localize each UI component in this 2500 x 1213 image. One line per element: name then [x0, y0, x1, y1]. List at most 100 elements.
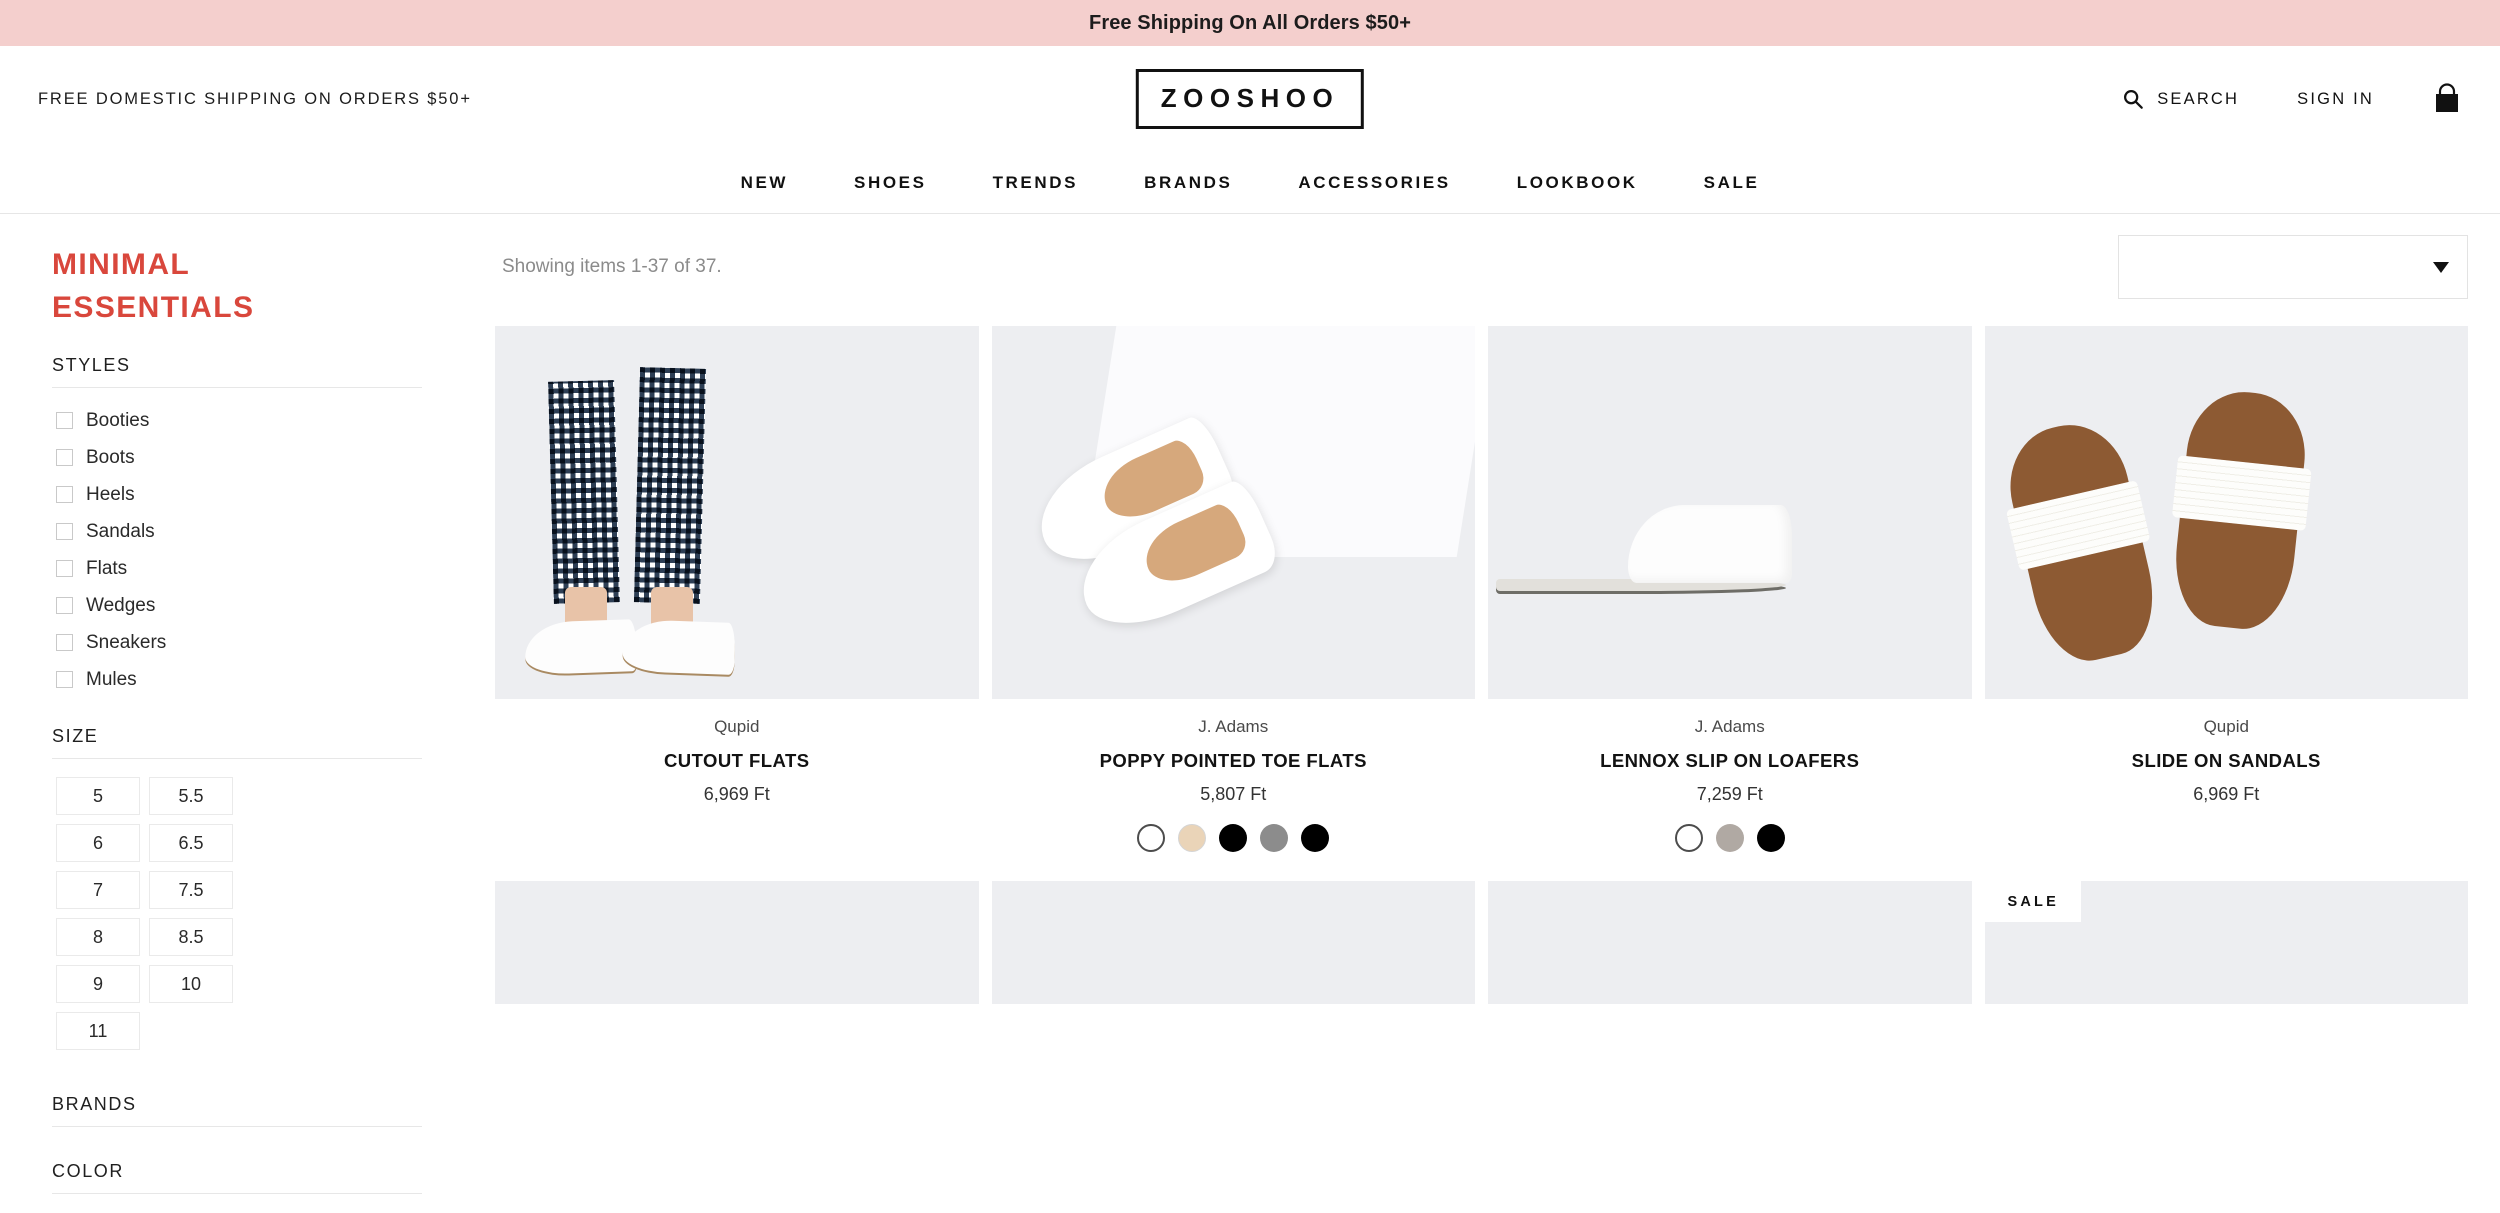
size-option-6[interactable]: 6: [56, 824, 140, 863]
product-illustration: [1488, 326, 1972, 699]
filter-option-label: Sneakers: [86, 631, 167, 653]
filter-brands-heading[interactable]: BRANDS: [52, 1094, 422, 1128]
filter-sidebar: MINIMAL ESSENTIALS STYLES Booties Boots …: [0, 214, 470, 1196]
checkbox-icon[interactable]: [56, 523, 73, 541]
promo-banner: Free Shipping On All Orders $50+: [0, 0, 2500, 46]
header-actions: SEARCH SIGN IN: [2122, 83, 2462, 115]
checkbox-icon[interactable]: [56, 449, 73, 467]
product-image[interactable]: [1488, 326, 1972, 699]
filter-size-heading[interactable]: SIZE: [52, 726, 422, 760]
checkbox-icon[interactable]: [56, 597, 73, 615]
filter-color-heading[interactable]: COLOR: [52, 1161, 422, 1195]
product-grid-row-1: Qupid CUTOUT FLATS 6,969 Ft J. Adams POP…: [495, 326, 2468, 852]
filter-option-label: Mules: [86, 668, 137, 690]
shipping-note: FREE DOMESTIC SHIPPING ON ORDERS $50+: [38, 89, 472, 108]
product-image[interactable]: [1984, 326, 2468, 699]
filter-size-options: 5 5.5 6 6.5 7 7.5 8 8.5 9 10 11: [52, 759, 322, 1060]
nav-item-accessories[interactable]: ACCESSORIES: [1265, 173, 1483, 193]
site-logo-text: ZOOSHOO: [1160, 83, 1340, 113]
product-card: [991, 881, 1475, 1004]
size-option-7[interactable]: 7: [56, 871, 140, 910]
product-image[interactable]: [495, 881, 979, 1004]
product-swatch-grey[interactable]: [1260, 824, 1289, 852]
filter-color-options: Black Grey: [52, 1194, 470, 1213]
filter-option-flats[interactable]: Flats: [56, 550, 470, 587]
nav-item-sale[interactable]: SALE: [1671, 173, 1793, 193]
filter-option-wedges[interactable]: Wedges: [56, 587, 470, 624]
search-label: SEARCH: [2157, 89, 2240, 108]
size-option-8[interactable]: 8: [56, 918, 140, 957]
filter-option-label: Booties: [86, 409, 150, 431]
checkbox-icon[interactable]: [56, 486, 73, 504]
listing-toolbar: Showing items 1-37 of 37.: [495, 214, 2468, 326]
site-header: FREE DOMESTIC SHIPPING ON ORDERS $50+ ZO…: [0, 46, 2500, 152]
sort-dropdown[interactable]: [2118, 235, 2468, 299]
product-card: [1488, 881, 1972, 1004]
nav-item-brands[interactable]: BRANDS: [1111, 173, 1265, 193]
product-card: Qupid CUTOUT FLATS 6,969 Ft: [495, 326, 979, 852]
product-swatch-nude[interactable]: [1178, 824, 1207, 852]
product-card: SALE: [1984, 881, 2468, 1004]
size-option-9[interactable]: 9: [56, 965, 140, 1004]
product-brand: J. Adams: [1198, 717, 1269, 736]
product-image[interactable]: [1488, 881, 1972, 1004]
size-option-5[interactable]: 5: [56, 777, 140, 816]
product-swatch-white[interactable]: [1137, 824, 1166, 852]
sale-badge: SALE: [1984, 881, 2081, 922]
filter-option-booties[interactable]: Booties: [56, 402, 470, 439]
size-option-10[interactable]: 10: [149, 965, 233, 1004]
checkbox-icon[interactable]: [56, 634, 73, 652]
product-color-swatches: [992, 805, 1476, 852]
filter-option-mules[interactable]: Mules: [56, 661, 470, 698]
filter-option-label: Boots: [86, 446, 135, 468]
showing-items-text: Showing items 1-37 of 37.: [502, 256, 722, 277]
product-name[interactable]: SLIDE ON SANDALS: [1985, 750, 2469, 772]
nav-item-lookbook[interactable]: LOOKBOOK: [1484, 173, 1671, 193]
product-price: 6,969 Ft: [703, 784, 770, 804]
product-brand: J. Adams: [1694, 717, 1765, 736]
product-meta: J. Adams POPPY POINTED TOE FLATS 5,807 F…: [992, 699, 1476, 852]
checkbox-icon[interactable]: [56, 412, 73, 430]
filter-option-sneakers[interactable]: Sneakers: [56, 624, 470, 661]
product-image[interactable]: [991, 881, 1475, 1004]
product-name[interactable]: POPPY POINTED TOE FLATS: [992, 750, 1476, 772]
nav-item-new[interactable]: NEW: [708, 173, 821, 193]
checkbox-icon[interactable]: [56, 560, 73, 578]
signin-button[interactable]: SIGN IN: [2297, 90, 2374, 109]
product-listing: Showing items 1-37 of 37. Qupid CUTOUT F…: [470, 214, 2500, 1196]
filter-option-boots[interactable]: Boots: [56, 439, 470, 476]
product-card: J. Adams POPPY POINTED TOE FLATS 5,807 F…: [991, 326, 1476, 852]
search-button[interactable]: SEARCH: [2122, 88, 2239, 110]
filter-styles-options: Booties Boots Heels Sandals Flats Wedges…: [52, 388, 470, 702]
product-image[interactable]: [495, 326, 979, 699]
product-name[interactable]: CUTOUT FLATS: [495, 750, 979, 772]
checkbox-icon[interactable]: [56, 671, 73, 689]
nav-item-trends[interactable]: TRENDS: [960, 173, 1112, 193]
filter-styles: STYLES Booties Boots Heels Sandals Flats…: [52, 355, 470, 702]
size-option-5-5[interactable]: 5.5: [149, 777, 233, 816]
product-swatch-black[interactable]: [1756, 824, 1785, 852]
size-option-7-5[interactable]: 7.5: [149, 871, 233, 910]
filter-option-heels[interactable]: Heels: [56, 476, 470, 513]
product-grid-row-2: SALE: [495, 881, 2468, 1004]
product-image[interactable]: [991, 326, 1475, 699]
product-swatch-white[interactable]: [1674, 824, 1703, 852]
product-swatch-taupe[interactable]: [1715, 824, 1744, 852]
page-body: MINIMAL ESSENTIALS STYLES Booties Boots …: [0, 214, 2500, 1196]
product-swatch-black-2[interactable]: [1301, 824, 1330, 852]
filter-option-sandals[interactable]: Sandals: [56, 513, 470, 550]
filter-option-label: Flats: [86, 557, 128, 579]
nav-item-shoes[interactable]: SHOES: [821, 173, 960, 193]
product-meta: J. Adams LENNOX SLIP ON LOAFERS 7,259 Ft: [1488, 699, 1972, 852]
size-option-6-5[interactable]: 6.5: [149, 824, 233, 863]
product-name[interactable]: LENNOX SLIP ON LOAFERS: [1488, 750, 1972, 772]
filter-option-label: Sandals: [86, 520, 155, 542]
size-option-11[interactable]: 11: [56, 1012, 140, 1051]
shopping-bag-icon[interactable]: [2432, 83, 2462, 115]
size-option-8-5[interactable]: 8.5: [149, 918, 233, 957]
product-illustration: [495, 326, 979, 699]
filter-styles-heading[interactable]: STYLES: [52, 355, 422, 389]
site-logo[interactable]: ZOOSHOO: [1135, 69, 1365, 129]
product-swatch-black[interactable]: [1219, 824, 1248, 852]
